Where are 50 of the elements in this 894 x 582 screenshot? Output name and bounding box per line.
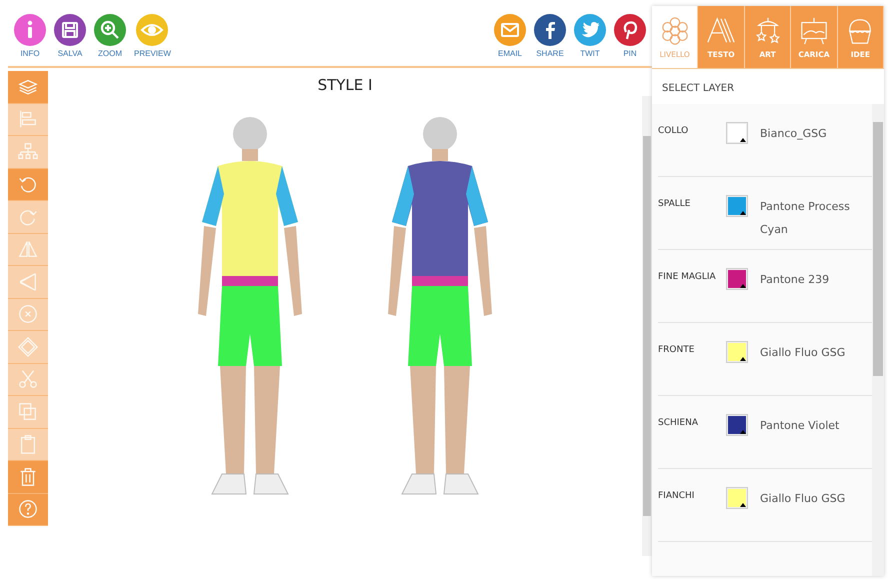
remove-icon: [17, 303, 39, 326]
layers-tool-button[interactable]: [8, 71, 48, 104]
layer-row[interactable]: COLLO Bianco_GSG: [658, 104, 872, 177]
layer-name: SCHIENA: [658, 418, 699, 428]
delete-tool-button[interactable]: [8, 461, 48, 494]
toolbar-button[interactable]: PREVIEW: [134, 14, 171, 58]
layer-name: FINE MAGLIA: [658, 272, 717, 282]
caret-icon: [740, 430, 746, 434]
layer-color-name: Giallo Fluo GSG: [760, 345, 846, 361]
caret-icon: [740, 503, 746, 507]
layer-row[interactable]: SPALLE Pantone Process Cyan: [658, 177, 872, 250]
toolbar-button[interactable]: SALVA: [54, 14, 86, 58]
layer-color-name: Pantone Process Cyan: [760, 199, 851, 238]
caret-icon: [740, 138, 746, 142]
undo-tool-button[interactable]: [8, 168, 48, 201]
layer-name: FIANCHI: [658, 491, 696, 501]
design-title: STYLE I: [318, 76, 372, 94]
caret-icon: [740, 357, 746, 361]
copy-icon: [17, 400, 39, 423]
toolbar-button[interactable]: ZOOM: [94, 14, 126, 58]
layer-row[interactable]: SCHIENA Pantone Violet: [658, 396, 872, 469]
layer-name: FRONTE: [658, 345, 696, 355]
layer-row[interactable]: FRONTE Giallo Fluo GSG: [658, 323, 872, 396]
cut-icon: [17, 368, 39, 390]
flip-v-icon: [17, 270, 39, 293]
scrollbar[interactable]: [872, 104, 884, 576]
align-icon: [17, 108, 39, 130]
help-icon: [17, 498, 39, 520]
flower-icon: [660, 16, 690, 46]
diamond-icon: [17, 336, 39, 358]
share-button[interactable]: TWIT: [574, 14, 606, 58]
panel-heading: SELECT LAYER: [661, 82, 736, 96]
picture-icon: [798, 16, 829, 46]
layer-color-name: Pantone 239: [760, 272, 830, 288]
share-button[interactable]: PIN: [614, 14, 646, 58]
layer-name: COLLO: [658, 126, 690, 136]
caret-icon: [740, 284, 746, 288]
share-button[interactable]: EMAIL: [494, 14, 526, 58]
caret-icon: [740, 211, 746, 215]
layer-row[interactable]: FINE MAGLIA Pantone 239: [658, 250, 872, 323]
text-icon: [706, 16, 736, 46]
layer-color-name: Pantone Violet: [760, 418, 840, 434]
help-tool-button[interactable]: [8, 494, 48, 526]
share-button[interactable]: SHARE: [534, 14, 566, 58]
layer-color-name: Giallo Fluo GSG: [760, 491, 846, 507]
layer-name: SPALLE: [658, 199, 692, 209]
layer-color-name: Bianco_GSG: [760, 126, 828, 142]
toolbar-button[interactable]: INFO: [14, 14, 46, 58]
scrollbar[interactable]: [642, 96, 652, 556]
layer-row[interactable]: FIANCHI Giallo Fluo GSG: [658, 469, 872, 542]
